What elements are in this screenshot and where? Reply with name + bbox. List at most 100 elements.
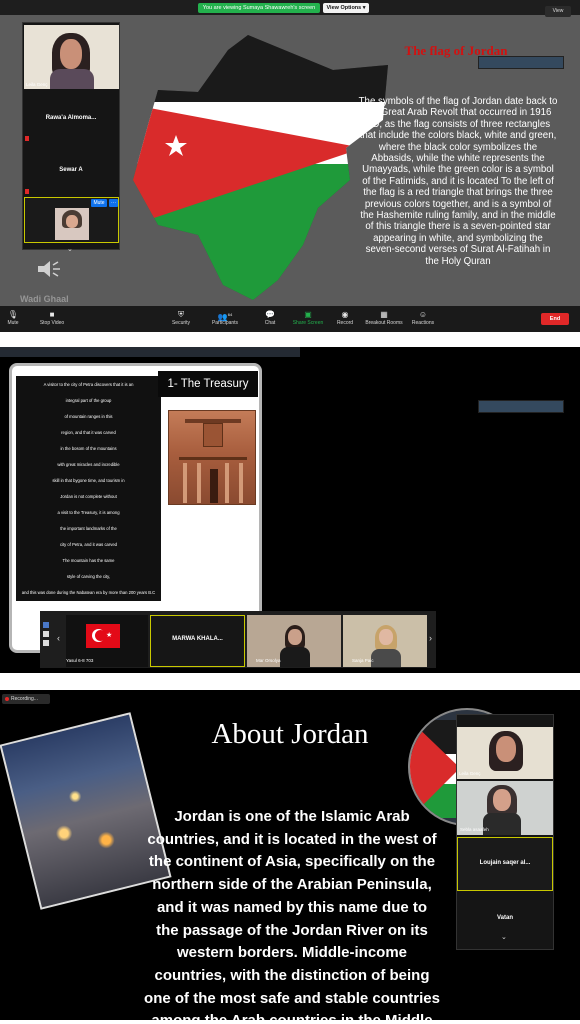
participant-name: Sanja Paic <box>352 658 374 663</box>
treasury-photo <box>168 410 256 505</box>
participant-tile[interactable]: ★ Yasul 6-8 703 <box>66 615 148 667</box>
treasury-tholos <box>203 423 223 447</box>
screen-share-banner: You are viewing Sumaya Shawawreh's scree… <box>198 3 320 13</box>
mute-label: Mute <box>7 320 19 326</box>
slide-body-text: The symbols of the flag of Jordan date b… <box>358 96 558 267</box>
reactions-button[interactable]: ☺ Reactions <box>398 310 448 326</box>
view-options-button[interactable]: View Options ▾ <box>323 3 369 13</box>
participant-video-tile[interactable]: Leila Genç <box>457 727 553 779</box>
list-icon[interactable] <box>43 640 49 646</box>
participant-face <box>288 629 302 645</box>
participant-name: Leila Genç <box>26 82 48 87</box>
treasury-column <box>239 463 243 503</box>
muted-mic-icon <box>25 136 29 141</box>
slide-text-line: in the bosom of the mountains <box>60 446 117 451</box>
jordan-flag-map <box>133 35 388 300</box>
participant-name: Sebla asaafeh <box>460 827 489 832</box>
participants-button[interactable]: 👥64 Participants <box>200 310 250 326</box>
slide-text-line: skill in that bygone time, and tourism i… <box>52 478 125 483</box>
gallery-view-icon[interactable] <box>43 622 49 628</box>
participant-gallery: Leila Genç Rawa'a Almoma... Sewar A ⌄ <box>22 22 120 253</box>
participant-body <box>371 649 401 667</box>
participant-name: Loujain saqer al... <box>479 860 531 866</box>
flag-black-stripe <box>133 35 388 102</box>
view-button[interactable]: View <box>545 6 571 17</box>
chevron-down-icon[interactable]: ⌄ <box>67 245 73 253</box>
security-button[interactable]: ⛨ Security <box>156 310 206 326</box>
star-icon: ★ <box>106 632 113 639</box>
record-label: Record <box>336 320 354 326</box>
zoom-window-flag-slide: You are viewing Sumaya Shawawreh's scree… <box>0 0 580 332</box>
more-options-button[interactable]: ··· <box>109 199 118 207</box>
participant-tile[interactable]: Mar Orsolya <box>247 615 341 667</box>
participants-label: Participants <box>211 320 239 326</box>
end-meeting-button[interactable]: End <box>541 313 569 325</box>
slide-text-line: The mountain has the same <box>62 558 115 563</box>
slide-text-line: style of carving the city, <box>66 574 111 579</box>
active-participant-tile[interactable]: Loujain saqer al... <box>457 837 553 891</box>
turkey-flag-image: ★ <box>86 624 120 648</box>
participant-face <box>496 736 516 762</box>
stop-video-label: Stop Video <box>39 320 65 326</box>
participant-video-tile[interactable]: Leila Genç <box>24 25 119 89</box>
participant-face <box>379 629 393 645</box>
strip-controls <box>43 622 53 664</box>
slide-body-text: Jordan is one of the Islamic Arab countr… <box>144 808 440 1020</box>
grid-icon[interactable] <box>43 631 49 637</box>
slide-text-line: a visit to the Treasury, it is among <box>57 510 120 515</box>
participant-face <box>493 789 511 811</box>
slide-text-line: and this was done during the Nabatean er… <box>21 590 156 595</box>
slide-text-line: the important landmarks of the <box>60 526 117 531</box>
participant-name: Rawa'a Almoma... <box>45 115 97 121</box>
participant-body <box>280 647 310 667</box>
shield-icon: ⛨ <box>178 310 184 319</box>
share-screen-label: Share Screen <box>292 320 324 326</box>
stop-video-button[interactable]: ■ Stop Video <box>27 310 77 326</box>
record-dot-icon <box>5 697 9 701</box>
participants-icon: 👥64 <box>217 312 233 322</box>
zoom-window-treasury-slide: A visitor to the city of Petra discovers… <box>0 347 580 673</box>
slide-text-line: integral part of the group <box>65 398 112 403</box>
slide-heading: 1- The Treasury <box>158 371 258 397</box>
participant-name: Sewar A <box>59 167 83 173</box>
treasury-column <box>225 463 229 503</box>
participant-name: Vatan <box>496 915 513 921</box>
participant-tile[interactable]: Sanja Paic <box>343 615 427 667</box>
chevron-right-icon[interactable]: › <box>429 633 432 643</box>
participant-face <box>60 39 82 69</box>
participant-count: 64 <box>227 312 233 317</box>
mute-participant-button[interactable]: Mute <box>91 199 107 207</box>
slide-text-line: region, and that it was carved <box>61 430 116 435</box>
chevron-down-icon[interactable]: ⌄ <box>501 933 507 941</box>
speaker-icon[interactable] <box>36 258 62 280</box>
slide-text-line: of mountain ranges in this <box>64 414 113 419</box>
slide-title: About Jordan <box>211 718 369 750</box>
treasury-entablature <box>179 457 247 460</box>
participant-tile[interactable]: MARWA KHALA... <box>150 615 245 667</box>
treasury-doorway <box>210 469 218 503</box>
slide-text-line: Jordan is not complete without <box>60 494 117 499</box>
slide-caption: Wadi Ghaal <box>20 294 69 304</box>
participant-gallery: Leila Genç Sebla asaafeh Loujain saqer a… <box>456 714 554 950</box>
reactions-label: Reactions <box>411 320 435 326</box>
participant-name: Yasul 6-8 703 <box>66 658 94 663</box>
chat-label: Chat <box>264 320 276 326</box>
slide-text-line: city of Petra, and it was carved <box>59 542 118 547</box>
crescent-inner <box>95 630 106 641</box>
participant-body <box>50 69 94 89</box>
slide-text-line: A visitor to the city of Petra discovers… <box>43 382 134 387</box>
slide-text-line: with great miracles and incredible <box>57 462 120 467</box>
participant-video-tile[interactable]: Sebla asaafeh <box>457 781 553 835</box>
chevron-left-icon[interactable]: ‹ <box>57 633 60 643</box>
recording-indicator: Recording... <box>2 694 50 704</box>
avatar-face <box>66 215 78 228</box>
hidden-panel <box>478 56 564 69</box>
top-strip <box>0 347 300 357</box>
security-label: Security <box>171 320 191 326</box>
reactions-icon: ☺ <box>418 310 428 319</box>
treasury-slide: A visitor to the city of Petra discovers… <box>9 363 262 653</box>
video-camera-icon: ■ <box>49 310 55 319</box>
hidden-panel <box>478 400 564 413</box>
zoom-window-about-slide: Recording... About Jordan Jordan is one … <box>0 690 580 1020</box>
muted-mic-icon <box>25 189 29 194</box>
